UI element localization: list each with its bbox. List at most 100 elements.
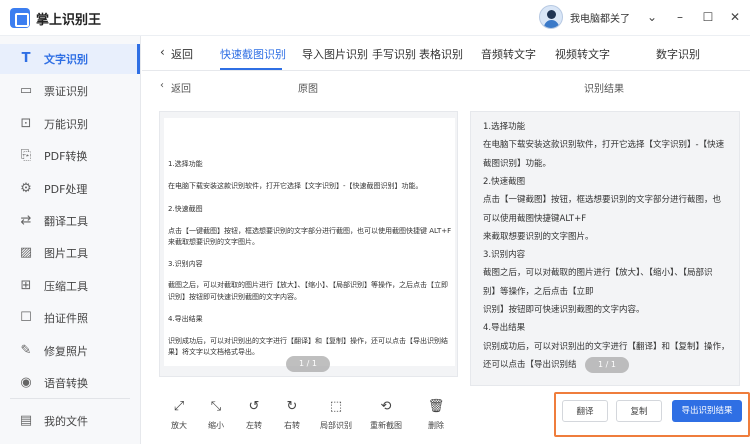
pdf-icon: ⎘ <box>20 148 32 164</box>
result-text-line[interactable]: 别】等操作，之后点击【立即 <box>483 285 594 297</box>
recapture-icon: ⟲ <box>380 399 392 414</box>
toolbar-button-label: 右转 <box>284 421 300 430</box>
result-text-line[interactable]: 在电脑下载安装这款识别软件，打开它选择【文字识别】-【快速 <box>483 138 724 150</box>
user-name[interactable]: 我电脑都关了 <box>570 10 630 25</box>
minimize-button[interactable]: – <box>669 6 691 28</box>
result-text-line[interactable]: 4.导出结果 <box>483 321 525 333</box>
export-result-button[interactable]: 导出识别结果 <box>672 400 742 422</box>
sidebar-item[interactable]: ☐ 拍证件照 <box>0 303 140 333</box>
pdf-process-icon: ⚙ <box>20 180 32 196</box>
sidebar-item-label: 票证识别 <box>44 85 88 99</box>
result-text-line[interactable]: 截图识别】功能。 <box>483 157 551 169</box>
sidebar-item-label: 修复照片 <box>44 344 88 358</box>
result-text-line[interactable]: 可以使用截图快捷键ALT+F <box>483 212 586 224</box>
sidebar-item[interactable]: ⊞ 压缩工具 <box>0 271 140 301</box>
result-text-line[interactable]: 截图之后，可以对截取的图片进行【放大】、【缩小】、【局部识 <box>483 266 713 278</box>
sidebar-item-label: PDF转换 <box>44 150 88 164</box>
document-line: 2.快速截图 <box>168 205 203 213</box>
back-chevron-icon[interactable]: ‹ <box>160 80 164 91</box>
copy-button[interactable]: 复制 <box>616 400 662 422</box>
document-line: 识别成功后，可以对识别出的文字进行【翻译】和【复制】操作，还可以点击【导出识别结 <box>168 337 448 345</box>
zoom-out-icon: ⤡ <box>210 399 222 414</box>
translate-icon: ⇄ <box>20 213 32 228</box>
ticket-icon: ▭ <box>19 83 33 99</box>
sub-header <box>142 72 750 100</box>
sidebar-item[interactable]: ▭ 票证识别 <box>0 76 140 106</box>
sidebar-item[interactable]: ✎ 修复照片 <box>0 336 140 366</box>
repair-icon: ✎ <box>20 342 32 358</box>
tab-item[interactable]: 数字识别 <box>656 46 700 62</box>
app-logo-icon <box>10 8 30 28</box>
sidebar-item-label: 万能识别 <box>44 117 88 131</box>
toolbar-button-label: 删除 <box>428 421 444 430</box>
compress-icon: ⊞ <box>20 277 32 293</box>
dropdown-chevron-icon[interactable]: ⌄ <box>641 6 663 28</box>
document-line: 1.选择功能 <box>168 160 203 168</box>
maximize-button[interactable]: ☐ <box>697 6 719 28</box>
result-text-line[interactable]: 识别】按钮即可快速识别截图的文字内容。 <box>483 303 645 315</box>
sidebar-item[interactable]: T 文字识别 <box>0 44 140 74</box>
sidebar-item[interactable]: ◉ 语音转换 <box>0 368 140 398</box>
tab-item[interactable]: 视频转文字 <box>555 46 610 62</box>
document-line: 点击【一键截图】按钮，框选想要识别的文字部分进行截图，也可以使用截图快捷键 AL… <box>168 227 452 235</box>
original-image-pane[interactable]: 1.选择功能在电脑下载安装这款识别软件，打开它选择【文字识别】-【快速截图识别】… <box>159 111 458 377</box>
document-line: 3.识别内容 <box>168 260 203 268</box>
toolbar-button-label: 重新截图 <box>370 421 402 430</box>
sidebar-item-label: 语音转换 <box>44 377 88 390</box>
result-text-line[interactable]: 3.识别内容 <box>483 248 525 260</box>
result-text-line[interactable]: 识别成功后，可以对识别出的文字进行【翻译】和【复制】操作， <box>483 340 730 352</box>
sidebar-item-label: 图片工具 <box>44 247 88 261</box>
result-text-line[interactable]: 1.选择功能 <box>483 120 525 132</box>
page-indicator: 1 / 1 <box>286 356 330 372</box>
document-line: 果】将文字以文档格式导出。 <box>168 348 259 356</box>
delete-icon: 🗑 <box>427 399 445 414</box>
toolbar-button[interactable]: 🗑 删除 <box>412 398 460 431</box>
translate-button[interactable]: 翻译 <box>562 400 608 422</box>
toolbar-button[interactable]: ⟲ 重新截图 <box>362 398 410 431</box>
sidebar-item[interactable]: ▨ 图片工具 <box>0 238 140 268</box>
tab-item[interactable]: 快速截图识别 <box>220 46 286 62</box>
tab-back[interactable]: 返回 <box>171 46 193 62</box>
original-image-label: 原图 <box>298 84 318 95</box>
result-label: 识别结果 <box>584 84 624 95</box>
sidebar-item[interactable]: ⎘ PDF转换 <box>0 141 140 171</box>
document-line: 在电脑下载安装这款识别软件，打开它选择【文字识别】-【快速截图识别】功能。 <box>168 182 423 190</box>
image-toolbar: ⤢ 放大 ⤡ 缩小 ↺ 左转 ↻ 右转 ⬚ 局部识别 ⟲ 重新截图 🗑 删除 <box>142 390 462 444</box>
tab-item[interactable]: 手写识别 <box>372 46 416 62</box>
sidebar-item-label: 翻译工具 <box>44 215 88 228</box>
tab-item[interactable]: 音频转文字 <box>481 46 536 62</box>
sidebar-item-label: 我的文件 <box>44 415 88 428</box>
app-title: 掌上识别王 <box>36 13 102 28</box>
tab-item[interactable]: 表格识别 <box>419 46 463 62</box>
sidebar-divider <box>10 398 130 399</box>
voice-icon: ◉ <box>20 375 32 390</box>
scan-icon: ⊡ <box>20 115 32 131</box>
text-recognition-icon: T <box>21 51 31 66</box>
tab-item[interactable]: 导入图片识别 <box>302 46 368 62</box>
zoom-in-icon: ⤢ <box>173 399 185 414</box>
result-text-line[interactable]: 2.快速截图 <box>483 175 525 187</box>
result-text-line[interactable]: 点击【一键截图】按钮，框选想要识别的文字部分进行截图，也 <box>483 193 721 205</box>
rotate-left-icon: ↺ <box>248 399 260 414</box>
result-text-line[interactable]: 还可以点击【导出识别结 <box>483 358 577 370</box>
sidebar-item[interactable]: ⊡ 万能识别 <box>0 109 140 139</box>
sidebar-item-label: 文字识别 <box>44 53 88 66</box>
sidebar-item[interactable]: ⚙ PDF处理 <box>0 174 140 204</box>
partial-recognize-icon: ⬚ <box>329 399 343 414</box>
result-text-pane[interactable]: 1.选择功能在电脑下载安装这款识别软件，打开它选择【文字识别】-【快速 截图识别】… <box>470 111 740 386</box>
toolbar-button[interactable]: ⬚ 局部识别 <box>312 398 360 431</box>
back-chevron-icon[interactable]: ‹ <box>160 45 165 59</box>
document-line: 截图之后，可以对截取的图片进行【放大】、【缩小】、【局部识别】等操作，之后点击【… <box>168 281 448 289</box>
sidebar-item[interactable]: ⇄ 翻译工具 <box>0 206 140 236</box>
sidebar-item-my-files[interactable]: ▤ 我的文件 <box>0 406 140 436</box>
toolbar-button[interactable]: ↻ 右转 <box>268 398 316 431</box>
image-icon: ▨ <box>19 245 33 261</box>
close-button[interactable]: ✕ <box>724 6 746 28</box>
back-link[interactable]: 返回 <box>171 80 191 95</box>
user-avatar[interactable] <box>539 5 563 29</box>
id-photo-icon: ☐ <box>20 310 32 326</box>
document-line: 4.导出结果 <box>168 315 203 323</box>
result-text-line[interactable]: 来截取想要识别的文字图片。 <box>483 230 594 242</box>
document-line: 识别】按钮即可快速识别截图的文字内容。 <box>168 293 301 301</box>
sidebar-item-label: 压缩工具 <box>44 279 88 293</box>
